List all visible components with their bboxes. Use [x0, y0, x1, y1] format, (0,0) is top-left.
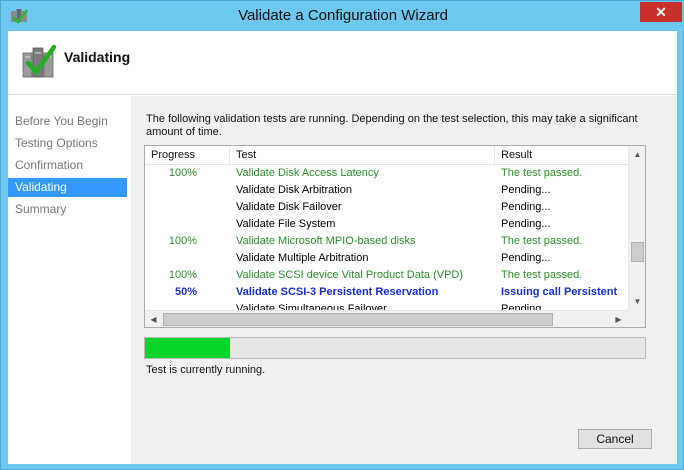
window-title: Validate a Configuration Wizard — [238, 7, 448, 24]
overall-progress-bar — [144, 337, 646, 359]
row-progress: 100% — [168, 269, 197, 281]
horizontal-scrollbar[interactable]: ◀ ▶ — [145, 310, 628, 327]
row-result: Pending... — [501, 184, 551, 196]
table-row[interactable]: Validate File System Pending... — [145, 216, 628, 233]
page-title: Validating — [64, 49, 131, 65]
wizard-header: Validating — [8, 31, 677, 95]
row-test-name: Validate Disk Failover — [236, 201, 342, 213]
scroll-corner — [628, 310, 645, 327]
nav-item-testing-options[interactable]: Testing Options — [8, 134, 127, 153]
row-result: The test passed. — [501, 235, 583, 247]
scroll-right-icon[interactable]: ▶ — [611, 312, 626, 327]
row-progress: 50% — [174, 286, 197, 298]
row-result: Pending... — [501, 252, 551, 264]
wizard-nav: Before You Begin Testing Options Confirm… — [8, 96, 131, 464]
row-test-name: Validate Multiple Arbitration — [236, 252, 369, 264]
list-header: Progress Test Result — [145, 146, 628, 165]
wizard-client: Validating Before You Begin Testing Opti… — [8, 31, 677, 464]
vertical-scrollbar[interactable]: ▲ ▼ — [628, 146, 645, 310]
table-row[interactable]: Validate Disk Failover Pending... — [145, 199, 628, 216]
row-test-name: Validate Disk Arbitration — [236, 184, 352, 196]
row-result: The test passed. — [501, 269, 583, 281]
table-row[interactable]: 50% Validate SCSI-3 Persistent Reservatio… — [145, 284, 628, 301]
scroll-down-icon[interactable]: ▼ — [630, 294, 645, 309]
title-bar[interactable]: Validate a Configuration Wizard ✕ — [1, 1, 684, 31]
wizard-content: The following validation tests are runni… — [131, 96, 677, 464]
column-header-result[interactable]: Result — [495, 146, 628, 165]
nav-item-summary[interactable]: Summary — [8, 200, 127, 219]
row-result: Pending... — [501, 201, 551, 213]
horizontal-scroll-thumb[interactable] — [163, 313, 553, 326]
table-row[interactable]: 100% Validate Microsoft MPIO-based disks T… — [145, 233, 628, 250]
scroll-left-icon[interactable]: ◀ — [146, 312, 161, 327]
vertical-scroll-thumb[interactable] — [631, 242, 644, 262]
row-test-name: Validate SCSI-3 Persistent Reservation — [236, 286, 439, 298]
validation-icon — [22, 44, 57, 78]
wizard-window: Validate a Configuration Wizard ✕ Valida… — [0, 0, 684, 470]
table-row[interactable]: 100% Validate Disk Access Latency The test… — [145, 165, 628, 182]
row-progress: 100% — [168, 167, 197, 179]
intro-text: The following validation tests are runni… — [146, 113, 638, 138]
row-result: Pending... — [501, 218, 551, 230]
column-header-progress[interactable]: Progress — [145, 146, 230, 165]
nav-item-before-you-begin[interactable]: Before You Begin — [8, 112, 127, 131]
row-test-name: Validate File System — [236, 218, 336, 230]
table-row[interactable]: Validate Disk Arbitration Pending... — [145, 182, 628, 199]
progress-fill — [145, 338, 230, 358]
status-text: Test is currently running. — [146, 364, 266, 376]
cancel-button[interactable]: Cancel — [578, 429, 652, 449]
row-test-name: Validate Disk Access Latency — [236, 167, 379, 179]
column-header-test[interactable]: Test — [230, 146, 495, 165]
row-result: The test passed. — [501, 167, 583, 179]
row-test-name: Validate Microsoft MPIO-based disks — [236, 235, 416, 247]
nav-item-validating[interactable]: Validating — [8, 178, 127, 197]
row-test-name: Validate SCSI device Vital Product Data … — [236, 269, 464, 281]
table-row[interactable]: Validate Multiple Arbitration Pending... — [145, 250, 628, 267]
close-button[interactable]: ✕ — [640, 2, 682, 22]
row-result: Issuing call Persistent — [501, 286, 618, 298]
validation-test-list[interactable]: Progress Test Result 100% Validate Disk A… — [144, 145, 646, 328]
nav-item-confirmation[interactable]: Confirmation — [8, 156, 127, 175]
table-row[interactable]: 100% Validate SCSI device Vital Product D… — [145, 267, 628, 284]
row-progress: 100% — [168, 235, 197, 247]
scroll-up-icon[interactable]: ▲ — [630, 147, 645, 162]
